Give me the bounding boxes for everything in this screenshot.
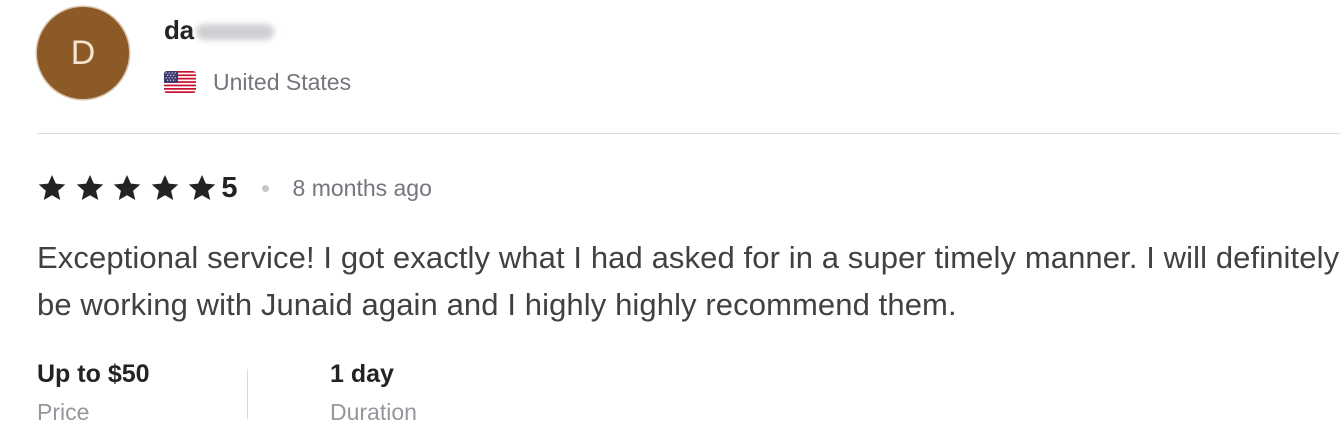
star-icon bbox=[38, 175, 66, 200]
price-value: Up to $50 bbox=[37, 360, 150, 388]
country-name: United States bbox=[213, 68, 352, 95]
star-icon bbox=[189, 175, 216, 200]
avatar[interactable]: D bbox=[37, 7, 129, 99]
reviewer-country: United States bbox=[164, 68, 351, 96]
review-card: D da United States 5 8 months ago Except… bbox=[0, 0, 1340, 432]
duration-value: 1 day bbox=[330, 360, 394, 388]
rating-value: 5 bbox=[221, 171, 238, 204]
star-rating bbox=[37, 173, 217, 203]
price-label: Price bbox=[37, 399, 90, 425]
duration-info: 1 day Duration bbox=[330, 357, 417, 432]
price-info: Up to $50 Price bbox=[37, 357, 150, 432]
rating-row: 5 8 months ago bbox=[37, 170, 432, 206]
star-icon bbox=[151, 175, 179, 200]
duration-label: Duration bbox=[330, 399, 417, 425]
username-text: da bbox=[164, 14, 194, 45]
avatar-initial: D bbox=[70, 34, 96, 72]
review-time: 8 months ago bbox=[292, 174, 432, 201]
header-divider bbox=[37, 133, 1340, 134]
star-icon bbox=[76, 175, 103, 200]
reviewer-name[interactable]: da bbox=[164, 14, 274, 46]
username-blurred bbox=[195, 24, 274, 40]
separator-dot bbox=[261, 184, 269, 192]
review-text: Exceptional service! I got exactly what … bbox=[37, 240, 1340, 322]
us-flag-icon bbox=[164, 71, 196, 93]
star-icon bbox=[113, 175, 141, 200]
meta-divider bbox=[247, 369, 248, 419]
